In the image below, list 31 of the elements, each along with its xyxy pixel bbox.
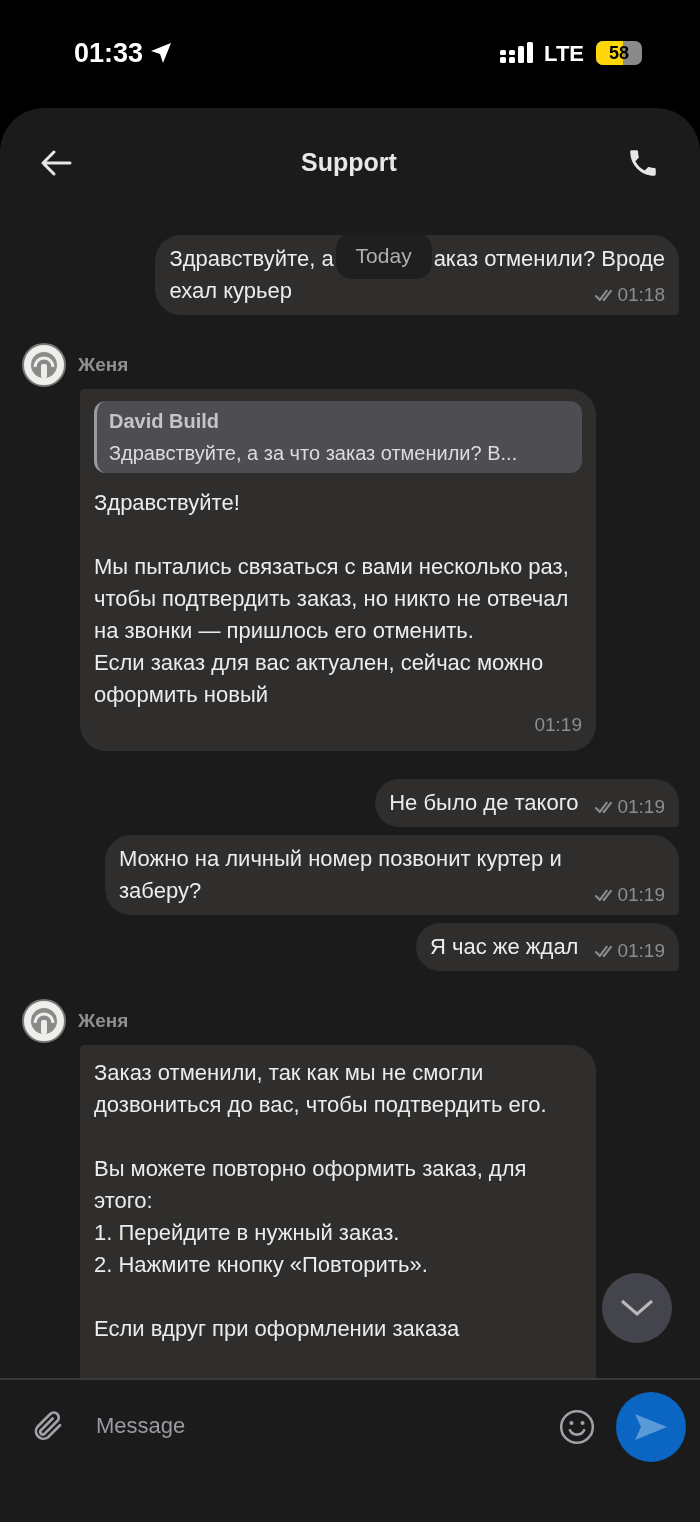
message-time: 01:19 bbox=[534, 713, 582, 737]
message-text: ехал курьер bbox=[169, 277, 292, 305]
message-time: 01:19 bbox=[617, 795, 665, 819]
sender-name: Женя bbox=[78, 1008, 129, 1033]
message-time: 01:19 bbox=[617, 939, 665, 963]
chevron-down-icon bbox=[620, 1299, 654, 1317]
message-time: 01:18 bbox=[617, 283, 665, 307]
reply-author: David Build bbox=[109, 409, 220, 434]
message-text: Заказ отменили, так как мы не смогли дозвониться до вас, чтобы подтвердить его. Вы можете повторно оформить заказ, для этого: 1. Перейдите в нужный заказ. 2. Нажмите кнопку «Повторить». Если вдруг при оформлении заказа bbox=[94, 1059, 548, 1343]
location-arrow-icon bbox=[149, 41, 174, 65]
message-time: 01:19 bbox=[617, 883, 665, 907]
network-label: LTE bbox=[544, 39, 584, 68]
message-text: Можно на личный номер позвонит куртер и заберу? bbox=[119, 845, 563, 905]
message-text: Здравствуйте, а bbox=[169, 245, 334, 273]
quoted-reply[interactable]: David Build Здравствуйте, а за что заказ отменили? В... bbox=[94, 401, 582, 473]
message-text: Здравствуйте! Мы пытались связаться с вами несколько раз, чтобы подтвердить заказ, но никто не отвечал на звонки — пришлось его отменить. Если заказ для вас актуален, сейчас можно оформить новый bbox=[94, 489, 570, 709]
headset-icon bbox=[29, 1006, 59, 1036]
reply-text: Здравствуйте, а за что заказ отменили? В... bbox=[109, 441, 519, 466]
emoji-icon[interactable] bbox=[558, 1408, 596, 1446]
sender-name: Женя bbox=[78, 352, 129, 377]
date-pill: Today bbox=[335, 233, 432, 279]
message-text: аказ отменили? Вроде bbox=[433, 245, 665, 273]
message-text: Не было де такого bbox=[389, 789, 579, 817]
message-input[interactable]: Message bbox=[96, 1398, 538, 1454]
send-icon bbox=[633, 1412, 669, 1442]
back-arrow-icon[interactable] bbox=[40, 149, 72, 177]
battery-icon: 58 bbox=[596, 41, 642, 65]
chat-title: Support bbox=[301, 147, 397, 179]
message-text: Я час же ждал bbox=[429, 933, 579, 961]
clock-time: 01:33 bbox=[74, 36, 144, 70]
headset-icon bbox=[29, 350, 59, 380]
